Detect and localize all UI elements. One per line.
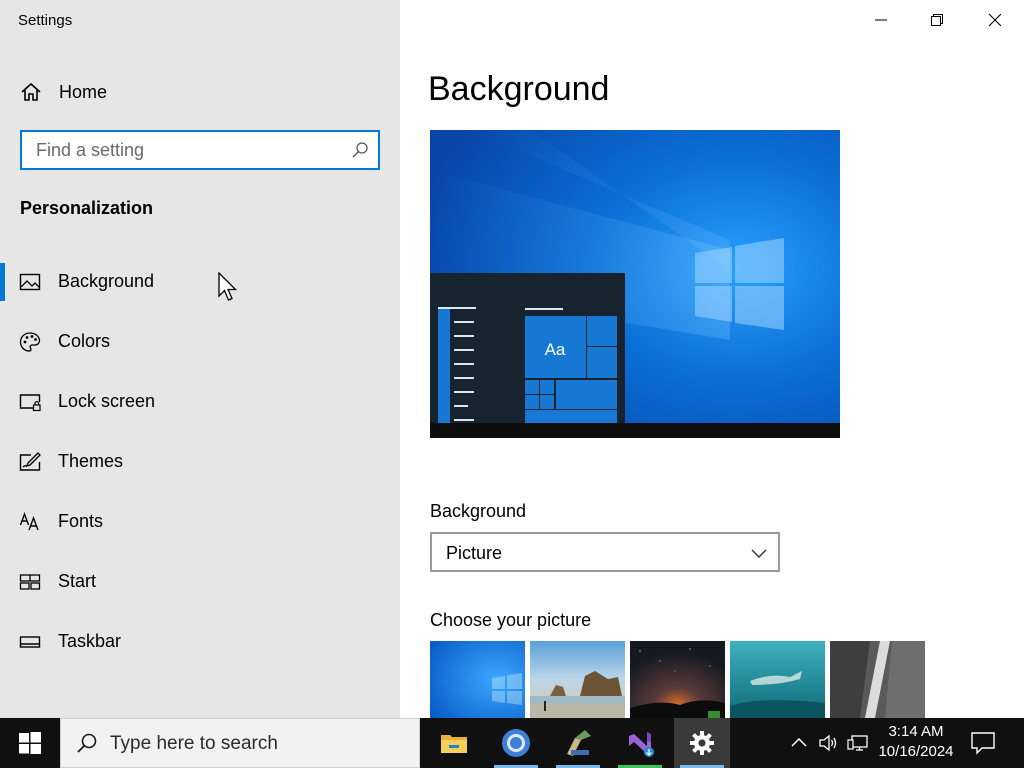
picture-thumbnails <box>430 641 930 718</box>
notification-center-icon[interactable] <box>970 731 996 755</box>
sidebar-item-label: Start <box>58 571 97 591</box>
taskbar-clock[interactable]: 3:14 AM 10/16/2024 <box>870 722 962 762</box>
sidebar-item-lock-screen[interactable]: Lock screen <box>0 377 400 427</box>
preview-wallpaper: Aa <box>430 130 840 438</box>
sidebar-item-label: Lock screen <box>58 391 156 411</box>
section-title: Personalization <box>20 198 154 218</box>
network-icon[interactable] <box>847 732 869 754</box>
taskbar-app-file-explorer[interactable] <box>426 718 482 768</box>
app-icon <box>567 730 591 756</box>
sidebar-item-label: Fonts <box>58 511 104 531</box>
mouse-cursor-icon <box>218 272 238 301</box>
thumbnail-night-sky[interactable] <box>630 641 725 718</box>
thumbnail-underwater-swimmer[interactable] <box>730 641 825 718</box>
chrome-icon <box>502 729 530 757</box>
sidebar-home-label: Home <box>59 82 108 102</box>
themes-icon <box>19 452 41 471</box>
page-title: Background <box>428 70 610 108</box>
start-icon <box>19 574 41 590</box>
search-icon[interactable] <box>350 140 370 160</box>
find-setting-search[interactable] <box>20 130 380 170</box>
selected-indicator <box>0 263 5 301</box>
sidebar-item-colors[interactable]: Colors <box>0 317 400 367</box>
app-title: Settings <box>18 12 73 29</box>
home-icon <box>21 82 41 101</box>
chevron-down-icon <box>751 549 767 558</box>
close-icon <box>988 13 1002 27</box>
dropdown-selected-value: Picture <box>446 543 503 563</box>
sidebar-item-background[interactable]: Background <box>0 257 400 307</box>
start-button[interactable] <box>0 718 60 768</box>
sidebar-item-fonts[interactable]: Fonts <box>0 497 400 547</box>
taskbar-app-chrome[interactable] <box>488 718 544 768</box>
close-button[interactable] <box>972 0 1018 40</box>
taskbar-app-settings[interactable] <box>674 718 730 768</box>
taskbar-search-placeholder: Type here to search <box>110 733 278 754</box>
sidebar-item-label: Background <box>58 271 155 291</box>
taskbar-search-box[interactable]: Type here to search <box>60 718 420 768</box>
sidebar-item-label: Themes <box>58 451 124 471</box>
lock-screen-icon <box>19 394 41 412</box>
sidebar-item-label: Taskbar <box>58 631 122 651</box>
palette-icon <box>19 332 41 352</box>
settings-gear-icon <box>690 731 714 755</box>
file-explorer-icon <box>441 735 467 753</box>
preview-tile-text: Aa <box>545 340 566 359</box>
sidebar-item-themes[interactable]: Themes <box>0 437 400 487</box>
thumbnail-rock-cliff[interactable] <box>830 641 925 718</box>
sidebar: Settings Home Personalization Background… <box>0 0 400 718</box>
sidebar-item-taskbar[interactable]: Taskbar <box>0 617 400 667</box>
find-setting-input[interactable] <box>22 132 342 168</box>
sidebar-home[interactable]: Home <box>0 72 400 112</box>
volume-icon[interactable] <box>817 732 839 754</box>
taskbar-app-tool[interactable] <box>550 718 606 768</box>
restore-icon <box>931 14 943 26</box>
windows-start-icon <box>19 732 41 754</box>
sidebar-item-label: Colors <box>58 331 111 351</box>
background-type-label: Background <box>430 501 527 521</box>
background-type-dropdown[interactable]: Picture <box>430 532 780 572</box>
fonts-icon <box>19 511 39 531</box>
minimize-icon <box>875 19 887 21</box>
choose-picture-label: Choose your picture <box>430 610 592 630</box>
taskbar-app-visual-studio[interactable] <box>612 718 668 768</box>
taskbar-icon <box>19 636 41 648</box>
clock-date: 10/16/2024 <box>878 743 954 760</box>
restore-button[interactable] <box>914 0 960 40</box>
desktop-preview: Aa <box>430 130 840 438</box>
picture-icon <box>19 273 41 291</box>
taskbar: Type here to search 3:14 AM 10/16/2024 <box>0 718 1024 768</box>
visual-studio-icon <box>629 732 654 757</box>
thumbnail-beach-rocks[interactable] <box>530 641 625 718</box>
thumbnail-windows-blue[interactable] <box>430 641 525 718</box>
chevron-up-icon[interactable] <box>788 732 810 754</box>
search-icon <box>77 733 97 753</box>
sidebar-item-start[interactable]: Start <box>0 557 400 607</box>
clock-time: 3:14 AM <box>888 723 944 740</box>
minimize-button[interactable] <box>858 0 904 40</box>
